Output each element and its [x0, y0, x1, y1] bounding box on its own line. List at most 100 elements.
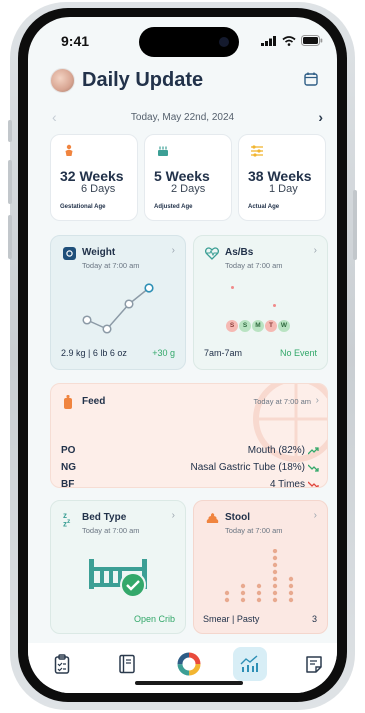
day-marker: S	[239, 320, 251, 332]
journal-icon	[119, 654, 135, 674]
camera-icon	[219, 37, 229, 47]
feed-type: NG	[61, 462, 76, 473]
event-dot	[273, 304, 276, 307]
wifi-icon	[282, 35, 296, 46]
feed-value: Mouth (82%)	[247, 445, 305, 456]
dynamic-island	[139, 27, 239, 57]
status-bar: 9:41	[28, 17, 337, 63]
feed-row: BF 4 Times	[61, 479, 319, 488]
nav-home[interactable]	[172, 647, 206, 681]
bottom-nav	[28, 643, 337, 693]
trend-down-icon	[308, 481, 319, 487]
age-value: 5 Weeks	[154, 168, 210, 184]
chart-icon	[240, 655, 258, 672]
age-days: 6 Days	[81, 183, 116, 195]
power-button	[353, 190, 357, 260]
stool-dot-chart	[224, 549, 294, 603]
cake-icon	[158, 146, 168, 156]
page-title: Daily Update	[82, 69, 204, 91]
sliders-icon	[251, 145, 263, 157]
feed-type: PO	[61, 445, 76, 456]
current-date: Today, May 22nd, 2024	[130, 112, 235, 123]
weight-point	[144, 283, 154, 293]
day-marker: T	[265, 320, 277, 332]
signal-icon	[261, 35, 276, 46]
volume-up-button	[8, 160, 12, 204]
age-days: 1 Day	[269, 183, 298, 195]
asbs-range: 7am-7am	[204, 348, 243, 358]
calendar-icon[interactable]	[303, 71, 319, 87]
age-label: Adjusted Age	[154, 204, 193, 210]
baby-icon	[65, 144, 73, 156]
event-dot	[231, 286, 234, 289]
trend-up-icon	[308, 447, 319, 455]
notes-icon	[306, 655, 322, 673]
app-screen: 9:41 Daily Update ‹ Today, May 22nd, 202…	[28, 17, 337, 693]
day-marker: M	[252, 320, 264, 332]
day-marker: S	[226, 320, 238, 332]
nav-chart[interactable]	[233, 647, 267, 681]
heartbeat-icon	[205, 247, 219, 260]
date-navigator: ‹ Today, May 22nd, 2024 ›	[28, 109, 337, 129]
status-time: 9:41	[61, 33, 90, 49]
battery-icon	[301, 35, 323, 46]
age-label: Gestational Age	[60, 204, 106, 210]
feed-row: PO Mouth (82%)	[61, 445, 319, 459]
stool-title: Stool	[225, 512, 250, 523]
nav-journal[interactable]	[110, 647, 144, 681]
chevron-right-icon: ›	[313, 245, 317, 256]
feed-card[interactable]: Feed Today at 7:00 am › PO Mouth (82%) N…	[50, 383, 328, 488]
weight-time: Today at 7:00 am	[82, 261, 140, 270]
stool-time: Today at 7:00 am	[225, 526, 283, 535]
feed-title: Feed	[82, 396, 106, 407]
nav-clipboard[interactable]	[45, 647, 79, 681]
status-icons	[261, 35, 323, 46]
chevron-right-icon: ›	[171, 245, 175, 256]
volume-down-button	[8, 215, 12, 259]
gestational-age-card[interactable]: 32 Weeks 6 Days Gestational Age	[50, 134, 138, 221]
weight-point	[102, 324, 112, 334]
adjusted-age-card[interactable]: 5 Weeks 2 Days Adjusted Age	[144, 134, 232, 221]
avatar[interactable]	[50, 68, 75, 93]
chevron-right-icon: ›	[171, 510, 175, 521]
age-value: 32 Weeks	[60, 168, 124, 184]
weight-card[interactable]: Weight Today at 7:00 am › 2.9 kg | 6 lb …	[50, 235, 186, 370]
feed-value: 4 Times	[269, 479, 305, 488]
feed-value: Nasal Gastric Tube (18%)	[190, 462, 306, 473]
weight-trend-chart	[82, 283, 154, 334]
sleep-icon: z zz	[63, 511, 71, 529]
bottle-icon	[64, 395, 72, 409]
weight-point	[124, 299, 134, 309]
trend-down-icon	[308, 464, 319, 472]
asbs-card[interactable]: As/Bs Today at 7:00 am › 7am-7am No Even…	[193, 235, 328, 370]
actual-age-card[interactable]: 38 Weeks 1 Day Actual Age	[238, 134, 326, 221]
scale-icon	[63, 247, 76, 260]
bed-time: Today at 7:00 am	[82, 526, 140, 535]
asbs-time: Today at 7:00 am	[225, 261, 283, 270]
header: Daily Update	[28, 65, 337, 105]
stool-value: Smear | Pasty	[203, 614, 260, 624]
bed-title: Bed Type	[82, 512, 127, 523]
asbs-title: As/Bs	[225, 247, 254, 258]
weight-point	[82, 315, 92, 325]
age-days: 2 Days	[171, 183, 206, 195]
stool-card[interactable]: Stool Today at 7:00 am › Smear | Pasty 3	[193, 500, 328, 634]
chevron-right-icon: ›	[313, 510, 317, 521]
crib-icon	[89, 559, 147, 598]
feed-row: NG Nasal Gastric Tube (18%)	[61, 462, 319, 476]
asbs-status: No Event	[279, 348, 317, 358]
age-label: Actual Age	[248, 204, 280, 210]
next-day-icon[interactable]: ›	[318, 109, 323, 125]
stool-icon	[206, 513, 219, 523]
mute-switch	[8, 120, 12, 142]
bed-type-card[interactable]: z zz Bed Type Today at 7:00 am › Open Cri…	[50, 500, 186, 634]
clipboard-icon	[54, 654, 70, 674]
weight-title: Weight	[82, 247, 116, 258]
feed-time: Today at 7:00 am	[253, 397, 311, 406]
feed-type: BF	[61, 479, 75, 488]
app-logo-icon	[177, 652, 201, 676]
nav-notes[interactable]	[297, 647, 331, 681]
weight-value: 2.9 kg | 6 lb 6 oz	[61, 348, 127, 358]
bed-value: Open Crib	[133, 614, 175, 624]
home-indicator[interactable]	[135, 681, 243, 685]
